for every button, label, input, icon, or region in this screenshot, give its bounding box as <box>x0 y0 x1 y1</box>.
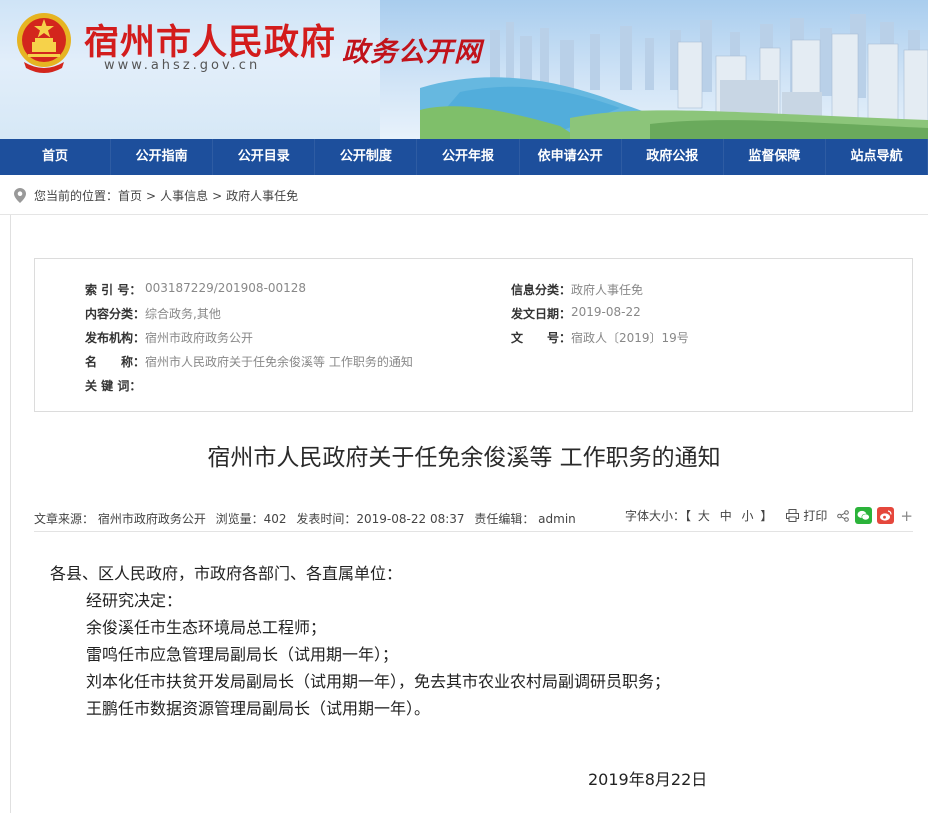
font-size-control: 字体大小：【 大 中 小 】 <box>625 507 772 524</box>
nav-item-annual-report[interactable]: 公开年报 <box>417 139 520 175</box>
article-paragraph: 王鹏任市数据资源管理局副局长（试用期一年）。 <box>86 699 431 718</box>
meta-name-label: 名 称： <box>85 355 146 369</box>
meta-category-value: 政府人事任免 <box>571 283 644 297</box>
meta-index-label: 索 引 号： <box>85 283 142 297</box>
main-nav: 首页 公开指南 公开目录 公开制度 公开年报 依申请公开 政府公报 监督保障 站… <box>0 139 928 175</box>
breadcrumb-prefix: 您当前的位置： <box>34 189 119 203</box>
meta-org-value: 宿州市政府政务公开 <box>145 331 254 345</box>
meta-docno: 文 号： 宿政人〔2019〕19号 <box>511 329 689 346</box>
print-label: 打印 <box>803 509 828 523</box>
meta-date: 发文日期： 2019-08-22 <box>511 305 641 322</box>
article-paragraph: 经研究决定： <box>86 591 183 610</box>
city-skyline-image <box>420 14 928 139</box>
meta-org: 发布机构： 宿州市政府政务公开 <box>85 329 253 346</box>
breadcrumb-personnel[interactable]: 人事信息 <box>160 187 208 204</box>
font-size-label: 字体大小：【 <box>625 509 692 523</box>
meta-content-label: 内容分类： <box>85 307 146 321</box>
meta-keywords-label: 关 键 词： <box>85 379 142 393</box>
share-icon[interactable] <box>837 509 850 522</box>
meta-category: 信息分类： 政府人事任免 <box>511 281 643 298</box>
meta-name: 名 称： 宿州市人民政府关于任免余俊溪等 工作职务的通知 <box>85 353 413 370</box>
nav-item-guide[interactable]: 公开指南 <box>111 139 214 175</box>
article-paragraph: 雷鸣任市应急管理局副局长（试用期一年）； <box>86 645 399 664</box>
wechat-share-icon[interactable] <box>855 507 873 524</box>
meta-index-value: 003187229/201908-00128 <box>145 281 307 295</box>
document-meta-box: 索 引 号： 003187229/201908-00128 信息分类： 政府人事… <box>34 258 913 412</box>
article-paragraph: 余俊溪任市生态环境局总工程师； <box>86 618 327 637</box>
portal-name: 政务公开网 <box>342 37 482 68</box>
nav-item-home[interactable]: 首页 <box>0 139 112 175</box>
breadcrumb: 您当前的位置： 首页 > 人事信息 > 政府人事任免 <box>14 187 298 204</box>
font-size-medium-button[interactable]: 中 <box>720 509 732 523</box>
meta-name-value: 宿州市人民政府关于任免余俊溪等 工作职务的通知 <box>145 355 413 369</box>
location-pin-icon <box>14 188 26 203</box>
meta-keywords: 关 键 词： <box>85 377 145 394</box>
meta-category-label: 信息分类： <box>511 283 572 297</box>
article-tools: 字体大小：【 大 中 小 】 打印 + <box>625 507 913 524</box>
meta-date-value: 2019-08-22 <box>571 305 641 319</box>
article-body: 各县、区人民政府，市政府各部门、各直属单位： 经研究决定： 余俊溪任市生态环境局… <box>50 560 910 722</box>
article-publish-time: 发表时间：2019-08-22 08:37 <box>296 512 465 526</box>
nav-item-sitemap[interactable]: 站点导航 <box>826 139 928 175</box>
meta-docno-label: 文 号： <box>511 331 572 345</box>
site-url: www.ahsz.gov.cn <box>104 58 261 73</box>
nav-item-request[interactable]: 依申请公开 <box>520 139 622 175</box>
article-info-bar: 文章来源： 宿州市政府政务公开 浏览量：402 发表时间：2019-08-22 … <box>34 502 913 532</box>
meta-docno-value: 宿政人〔2019〕19号 <box>571 331 689 345</box>
meta-date-label: 发文日期： <box>511 307 572 321</box>
article-info: 文章来源： 宿州市政府政务公开 浏览量：402 发表时间：2019-08-22 … <box>34 510 582 527</box>
article-title: 宿州市人民政府关于任免余俊溪等 工作职务的通知 <box>207 445 721 471</box>
weibo-share-icon[interactable] <box>877 507 895 524</box>
breadcrumb-separator: > <box>212 188 223 203</box>
font-size-close: 】 <box>760 509 773 523</box>
font-size-large-button[interactable]: 大 <box>698 509 710 523</box>
more-share-plus-icon[interactable]: + <box>900 508 913 523</box>
article-date: 2019年8月22日 <box>588 770 708 789</box>
header-banner: 宿州市人民政府 www.ahsz.gov.cn 政务公开网 <box>0 0 928 139</box>
breadcrumb-bar: 您当前的位置： 首页 > 人事信息 > 政府人事任免 <box>0 175 928 215</box>
nav-item-catalog[interactable]: 公开目录 <box>213 139 316 175</box>
nav-item-supervision[interactable]: 监督保障 <box>724 139 826 175</box>
breadcrumb-separator: > <box>146 188 157 203</box>
article-views: 浏览量：402 <box>215 512 287 526</box>
article-paragraph: 刘本化任市扶贫开发局副局长（试用期一年），免去其市农业农村局副调研员职务； <box>86 672 671 691</box>
meta-content-type: 内容分类： 综合政务,其他 <box>85 305 221 322</box>
article-editor: 责任编辑： admin <box>474 512 576 526</box>
article-salutation: 各县、区人民政府，市政府各部门、各直属单位： <box>50 564 403 583</box>
printer-icon <box>786 509 800 522</box>
font-size-small-button[interactable]: 小 <box>742 509 754 523</box>
breadcrumb-appointments[interactable]: 政府人事任免 <box>226 187 298 204</box>
meta-org-label: 发布机构： <box>85 331 146 345</box>
print-button[interactable]: 打印 <box>786 507 827 524</box>
nav-item-system[interactable]: 公开制度 <box>315 139 418 175</box>
article-source: 文章来源： 宿州市政府政务公开 <box>34 512 206 526</box>
nav-item-gazette[interactable]: 政府公报 <box>622 139 724 175</box>
breadcrumb-home[interactable]: 首页 <box>118 187 142 204</box>
meta-index: 索 引 号： 003187229/201908-00128 <box>85 281 306 298</box>
meta-content-value: 综合政务,其他 <box>145 307 221 321</box>
national-emblem-icon <box>17 13 71 73</box>
